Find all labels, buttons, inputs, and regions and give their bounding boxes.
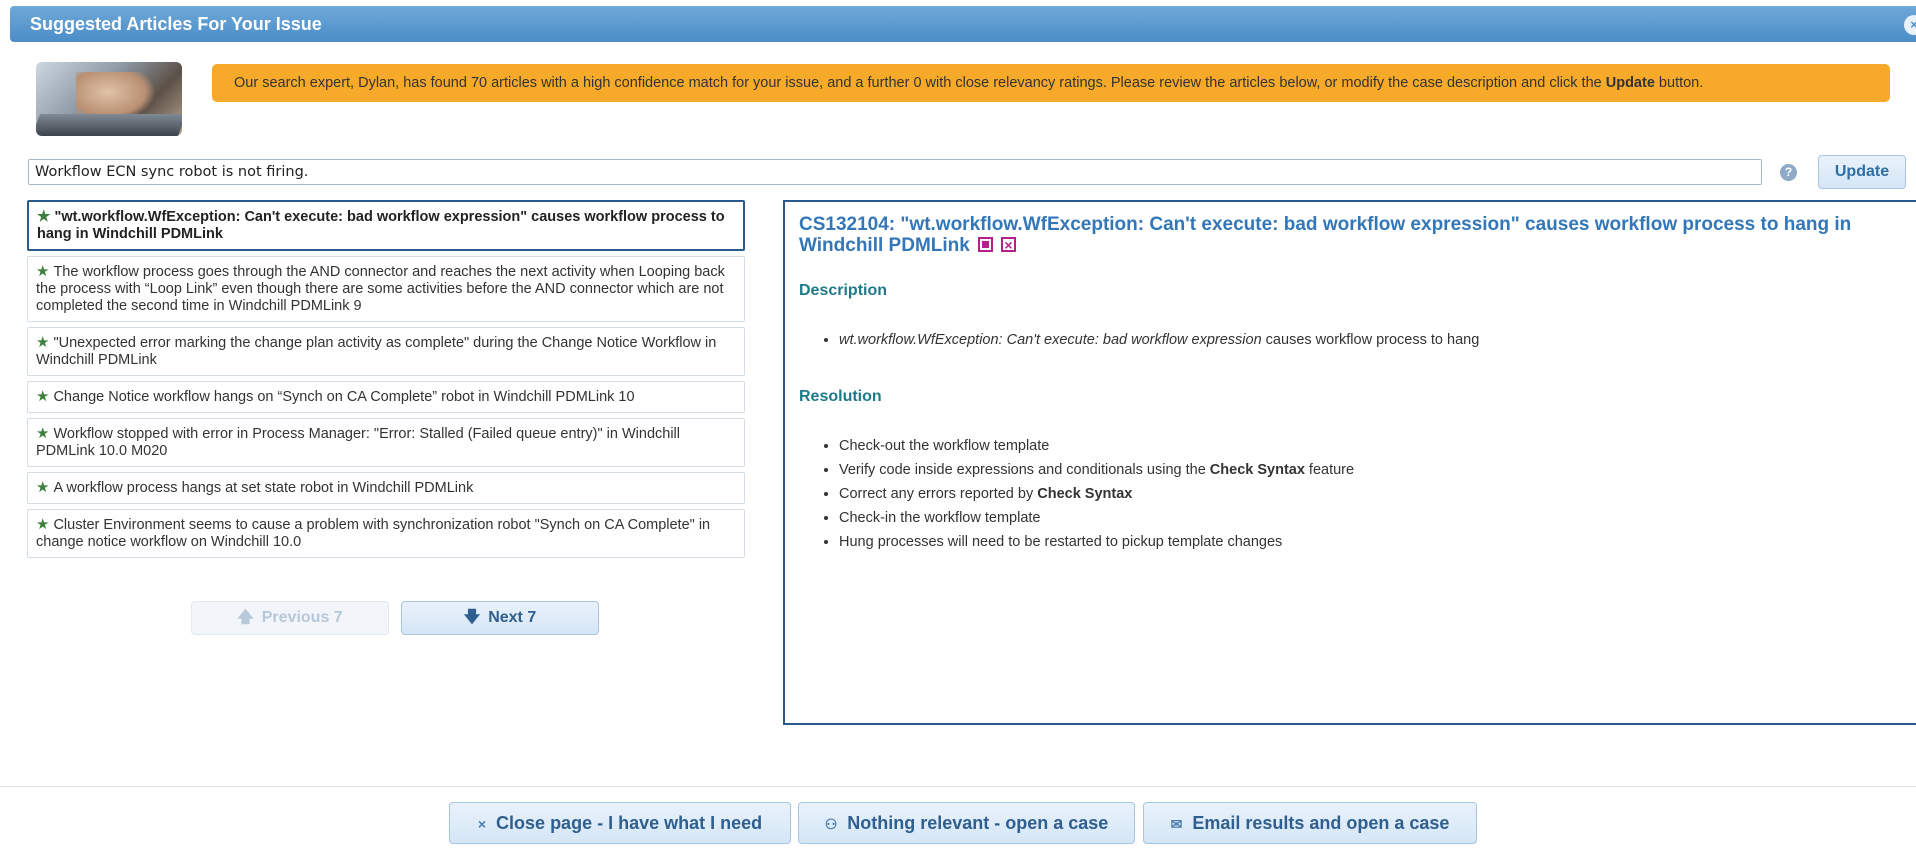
next-label: Next 7 [488, 609, 537, 626]
step-bold: Check Syntax [1209, 462, 1305, 478]
resolution-step: Correct any errors reported by Check Syn… [839, 482, 1902, 506]
step-text: Correct any errors reported by [839, 486, 1038, 502]
star-icon: ★ [37, 208, 51, 225]
update-button[interactable]: Update [1818, 155, 1906, 189]
star-icon: ★ [36, 425, 50, 442]
banner-text-after: button. [1654, 75, 1704, 91]
article-item-6[interactable]: ★ A workflow process hangs at set state r… [27, 472, 745, 504]
description-item-italic: wt.workflow.WfException: Can't execute: … [839, 332, 1262, 348]
star-icon: ★ [36, 334, 50, 351]
article-list: ★ "wt.workflow.WfException: Can't execute… [27, 200, 745, 563]
article-item-3[interactable]: ★ "Unexpected error marking the change pl… [27, 327, 745, 376]
envelope-icon: ✉ [1170, 816, 1183, 832]
case-description-input[interactable] [28, 159, 1762, 185]
open-case-label: Nothing relevant - open a case [847, 813, 1109, 833]
user-icon: ⚇ [824, 816, 838, 832]
resolution-list: Check-out the workflow template Verify c… [799, 434, 1902, 554]
banner-text-bold: Update [1605, 75, 1655, 91]
arrow-up-icon: 🡅 [237, 609, 254, 626]
description-heading: Description [799, 282, 888, 299]
article-item-5[interactable]: ★ Workflow stopped with error in Process … [27, 418, 745, 467]
help-icon[interactable]: ? [1780, 164, 1797, 181]
step-text: Verify code inside expressions and condi… [839, 462, 1210, 478]
step-text-after: feature [1304, 462, 1355, 478]
star-icon: ★ [36, 479, 50, 496]
article-item-1[interactable]: ★ "wt.workflow.WfException: Can't execute… [27, 200, 745, 251]
star-icon: ★ [36, 263, 50, 280]
close-icon[interactable]: × [1904, 15, 1916, 35]
step-text: Check-in the workflow template [839, 510, 1041, 526]
arrow-down-icon: 🡇 [463, 609, 481, 626]
step-text: Hung processes will need to be restarted… [839, 534, 1283, 550]
resolution-step: Hung processes will need to be restarted… [839, 530, 1902, 554]
article-detail-panel: CS132104: "wt.workflow.WfException: Can'… [783, 200, 1916, 725]
description-item: wt.workflow.WfException: Can't execute: … [839, 328, 1902, 352]
avatar-laptop-shape [36, 114, 182, 136]
resolution-step: Check-in the workflow template [839, 506, 1902, 530]
article-title: Workflow stopped with error in Process M… [36, 426, 680, 459]
star-icon: ★ [36, 388, 50, 405]
previous-page-button: 🡅 Previous 7 [191, 601, 389, 635]
article-detail-title-text: CS132104: "wt.workflow.WfException: Can'… [799, 214, 1852, 256]
next-page-button[interactable]: 🡇 Next 7 [401, 601, 599, 635]
step-text: Check-out the workflow template [839, 438, 1050, 454]
page: Suggested Articles For Your Issue × Our … [0, 0, 1916, 853]
resolution-step: Check-out the workflow template [839, 434, 1902, 458]
article-title: "Unexpected error marking the change pla… [36, 335, 717, 368]
step-bold: Check Syntax [1037, 486, 1133, 502]
article-title: Change Notice workflow hangs on “Synch o… [53, 389, 635, 405]
article-item-4[interactable]: ★ Change Notice workflow hangs on “Synch … [27, 381, 745, 413]
close-icon: × [477, 816, 487, 832]
previous-label: Previous 7 [261, 609, 343, 626]
footer-divider [0, 786, 1916, 787]
article-title: Cluster Environment seems to cause a pro… [36, 517, 711, 550]
article-detail-title: CS132104: "wt.workflow.WfException: Can'… [799, 214, 1902, 256]
banner-text-before: Our search expert, Dylan, has found 70 a… [234, 75, 1606, 91]
resolution-step: Verify code inside expressions and condi… [839, 458, 1902, 482]
article-item-2[interactable]: ★ The workflow process goes through the A… [27, 256, 745, 322]
description-item-rest: causes workflow process to hang [1261, 332, 1480, 348]
close-page-button[interactable]: × Close page - I have what I need [449, 802, 791, 844]
search-result-banner: Our search expert, Dylan, has found 70 a… [212, 64, 1890, 102]
article-title: A workflow process hangs at set state ro… [53, 480, 474, 496]
search-expert-avatar [36, 62, 182, 136]
description-list: wt.workflow.WfException: Can't execute: … [799, 328, 1902, 352]
email-results-button[interactable]: ✉ Email results and open a case [1143, 802, 1477, 844]
open-case-button[interactable]: ⚇ Nothing relevant - open a case [798, 802, 1135, 844]
email-article-icon[interactable] [1001, 235, 1017, 256]
article-title: "wt.workflow.WfException: Can't execute:… [37, 209, 725, 242]
article-title: The workflow process goes through the AN… [36, 264, 725, 314]
window-title: Suggested Articles For Your Issue [30, 14, 322, 34]
close-page-label: Close page - I have what I need [496, 813, 763, 833]
open-external-icon[interactable] [978, 237, 994, 252]
email-results-label: Email results and open a case [1192, 813, 1450, 833]
window-title-bar: Suggested Articles For Your Issue × [10, 6, 1916, 42]
article-item-7[interactable]: ★ Cluster Environment seems to cause a pr… [27, 509, 745, 558]
resolution-heading: Resolution [799, 388, 882, 405]
star-icon: ★ [36, 516, 50, 533]
